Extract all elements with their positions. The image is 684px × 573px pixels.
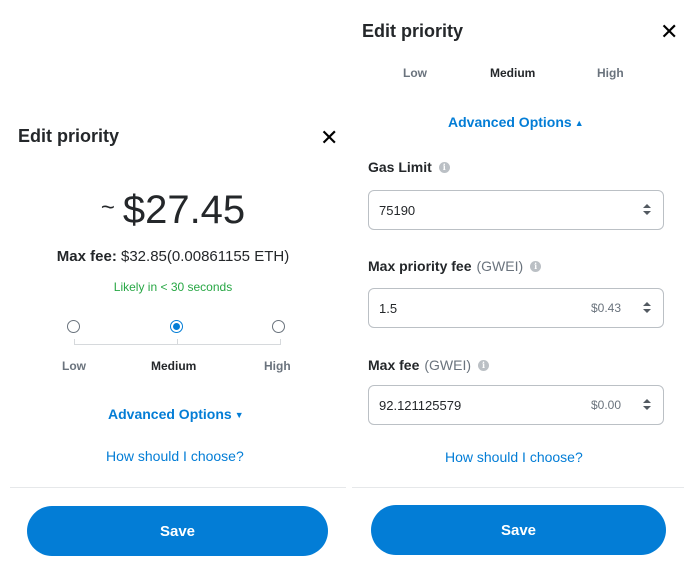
close-icon[interactable]: ✕ (320, 127, 338, 149)
edit-priority-advanced-panel: Edit priority ✕ Low Medium High Advanced… (352, 0, 684, 573)
max-fee-label: Max fee (GWEI) i (368, 357, 490, 373)
tab-low[interactable]: Low (403, 66, 427, 80)
max-priority-fee-label-text: Max priority fee (368, 258, 472, 274)
slider-tick (74, 339, 75, 345)
max-priority-fee-input[interactable]: 1.5 $0.43 (368, 288, 664, 328)
info-icon[interactable]: i (478, 359, 490, 371)
estimate-value: $27.45 (122, 188, 246, 232)
chevron-up-icon: ▲ (574, 118, 584, 129)
how-to-choose-link[interactable]: How should I choose? (445, 449, 583, 465)
stepper-icon[interactable] (643, 301, 651, 315)
max-fee-unit: (GWEI) (424, 357, 472, 373)
estimate-prefix: ~ (100, 194, 115, 222)
slider-tick (177, 339, 178, 345)
max-priority-fee-unit: (GWEI) (476, 258, 524, 274)
tab-medium[interactable]: Medium (490, 66, 535, 80)
radio-high[interactable] (272, 320, 285, 333)
max-fee-input[interactable]: 92.121125579 $0.00 (368, 385, 664, 425)
level-label-high[interactable]: High (264, 359, 291, 373)
max-fee-label: Max fee: (56, 248, 117, 265)
stepper-icon[interactable] (643, 203, 651, 217)
save-button[interactable]: Save (371, 505, 666, 555)
max-fee-label-text: Max fee (368, 357, 420, 373)
panel-title: Edit priority (362, 21, 464, 41)
max-priority-fee-value: 1.5 (379, 301, 398, 316)
divider (352, 487, 684, 488)
close-icon[interactable]: ✕ (660, 21, 678, 43)
advanced-options-label: Advanced Options (448, 114, 572, 130)
divider (10, 487, 346, 488)
gas-limit-input[interactable]: 75190 (368, 190, 664, 230)
slider-tick (280, 339, 281, 345)
likely-time: Likely in < 30 seconds (113, 280, 233, 294)
estimated-fee: ~ $27.45 (0, 188, 346, 233)
chevron-down-icon: ▼ (234, 410, 244, 421)
info-icon[interactable]: i (438, 161, 450, 173)
radio-medium[interactable] (170, 320, 183, 333)
stepper-icon[interactable] (643, 398, 651, 412)
advanced-options-toggle[interactable]: Advanced Options ▲ (448, 114, 584, 130)
edit-priority-simple-panel: Edit priority ✕ ~ $27.45 Max fee: $32.85(… (0, 0, 346, 573)
panel-title: Edit priority (18, 126, 120, 146)
advanced-options-label: Advanced Options (108, 406, 232, 422)
gas-limit-label-text: Gas Limit (368, 159, 432, 175)
tab-high[interactable]: High (597, 66, 624, 80)
level-label-low[interactable]: Low (62, 359, 86, 373)
save-button[interactable]: Save (27, 506, 328, 556)
advanced-options-toggle[interactable]: Advanced Options ▼ (108, 406, 244, 422)
max-fee-fiat: $32.85 (121, 248, 167, 265)
max-fee-value: 92.121125579 (379, 398, 462, 413)
max-fee-eth: (0.00861155 ETH) (166, 248, 290, 265)
radio-low[interactable] (67, 320, 80, 333)
gas-limit-label: Gas Limit i (368, 159, 450, 175)
max-fee-line: Max fee: $32.85(0.00861155 ETH) (0, 248, 346, 265)
level-label-medium[interactable]: Medium (151, 359, 196, 373)
max-fee-fiat: $0.00 (590, 398, 621, 412)
max-priority-fee-label: Max priority fee (GWEI) i (368, 258, 542, 274)
gas-limit-value: 75190 (379, 203, 416, 218)
max-priority-fee-fiat: $0.43 (590, 301, 621, 315)
info-icon[interactable]: i (530, 260, 542, 272)
how-to-choose-link[interactable]: How should I choose? (106, 448, 244, 464)
